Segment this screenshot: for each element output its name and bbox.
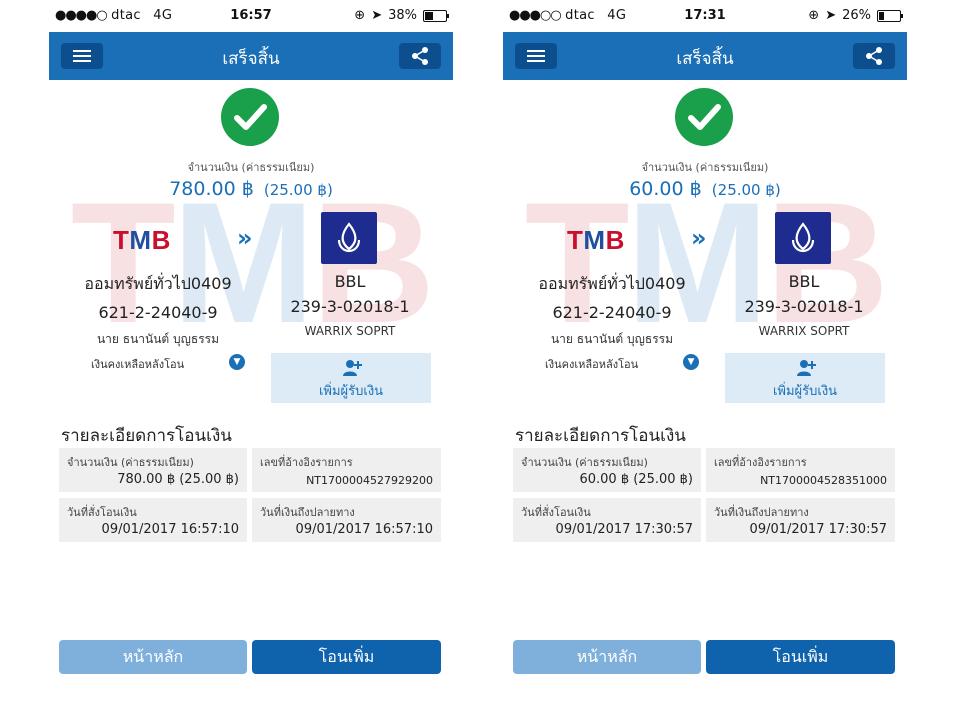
to-bank-name: BBL xyxy=(788,272,820,291)
detail-order-date: วันที่สั่งโอนเงิน 09/01/2017 17:30:57 xyxy=(513,498,701,542)
transfer-again-button[interactable]: โอนเพิ่ม xyxy=(252,640,441,674)
detail-arrive-date: วันที่เงินถึงปลายทาง 09/01/2017 16:57:10 xyxy=(252,498,441,542)
share-icon xyxy=(412,47,428,65)
fee-value: (25.00 ฿) xyxy=(263,181,333,199)
detail-reference: เลขที่อ้างอิงรายการ NT1700004528351000 xyxy=(706,448,895,492)
transfer-arrow-icon: » xyxy=(237,224,252,252)
amount-display: 60.00 ฿ (25.00 ฿) xyxy=(503,178,907,200)
phone-screen-2: ●●●○○ dtac 4G 17:31 ⊕ ➤ 26% เสร็จสิ้น TM… xyxy=(503,0,907,720)
to-account-number: 239-3-02018-1 xyxy=(290,297,410,316)
status-right: ⊕ ➤ 38% xyxy=(354,8,449,23)
location-icon: ➤ xyxy=(371,8,383,23)
detail-arrive-date-value: 09/01/2017 17:30:57 xyxy=(749,522,887,537)
detail-order-date-value: 09/01/2017 16:57:10 xyxy=(101,522,239,537)
detail-amount-value: 60.00 ฿ (25.00 ฿) xyxy=(579,472,693,487)
transfer-again-button[interactable]: โอนเพิ่ม xyxy=(706,640,895,674)
to-account-owner: WARRIX SOPRT xyxy=(758,324,850,338)
detail-arrive-date-label: วันที่เงินถึงปลายทาง xyxy=(260,506,355,519)
phone-screen-1: ●●●●○ dtac 4G 16:57 ⊕ ➤ 38% เสร็จสิ้น TM… xyxy=(49,0,453,720)
chevron-down-icon[interactable]: ▼ xyxy=(683,354,699,370)
add-user-icon xyxy=(797,360,816,376)
balance-after-transfer-label[interactable]: เงินคงเหลือหลังโอน xyxy=(91,355,184,373)
status-bar: ●●●●○ dtac 4G 16:57 ⊕ ➤ 38% xyxy=(49,0,453,32)
detail-order-date-value: 09/01/2017 17:30:57 xyxy=(555,522,693,537)
balance-after-transfer-label[interactable]: เงินคงเหลือหลังโอน xyxy=(545,355,638,373)
detail-amount-value: 780.00 ฿ (25.00 ฿) xyxy=(117,472,239,487)
bbl-logo xyxy=(775,212,831,264)
battery-percent: 38% xyxy=(388,8,417,23)
bbl-lotus-icon xyxy=(791,222,815,253)
detail-reference: เลขที่อ้างอิงรายการ NT1700004527929200 xyxy=(252,448,441,492)
from-account-name: ออมทรัพย์ทั่วไป0409 xyxy=(84,274,232,293)
orientation-lock-icon: ⊕ xyxy=(808,8,820,23)
add-user-icon xyxy=(343,360,362,376)
amount-display: 780.00 ฿ (25.00 ฿) xyxy=(49,178,453,200)
amount-label: จำนวนเงิน (ค่าธรรมเนียม) xyxy=(641,161,769,174)
to-account-number: 239-3-02018-1 xyxy=(744,297,864,316)
details-title: รายละเอียดการโอนเงิน xyxy=(515,426,686,446)
to-account: BBL 239-3-02018-1 WARRIX SOPRT xyxy=(261,272,439,338)
detail-order-date: วันที่สั่งโอนเงิน 09/01/2017 16:57:10 xyxy=(59,498,247,542)
home-button[interactable]: หน้าหลัก xyxy=(513,640,701,674)
chevron-down-icon[interactable]: ▼ xyxy=(229,354,245,370)
location-icon: ➤ xyxy=(825,8,837,23)
detail-order-date-label: วันที่สั่งโอนเงิน xyxy=(521,506,591,519)
share-icon xyxy=(866,47,882,65)
detail-order-date-label: วันที่สั่งโอนเงิน xyxy=(67,506,137,519)
details-title: รายละเอียดการโอนเงิน xyxy=(61,426,232,446)
add-payee-button[interactable]: เพิ่มผู้รับเงิน xyxy=(725,353,885,403)
detail-amount: จำนวนเงิน (ค่าธรรมเนียม) 60.00 ฿ (25.00 … xyxy=(513,448,701,492)
add-payee-button[interactable]: เพิ่มผู้รับเงิน xyxy=(271,353,431,403)
to-account: BBL 239-3-02018-1 WARRIX SOPRT xyxy=(715,272,893,338)
detail-amount: จำนวนเงิน (ค่าธรรมเนียม) 780.00 ฿ (25.00… xyxy=(59,448,247,492)
detail-ref-label: เลขที่อ้างอิงรายการ xyxy=(714,456,807,469)
from-account-owner: นาย ธนานันต์ บุญธรรม xyxy=(96,332,220,346)
tmb-logo: TMB xyxy=(567,225,625,255)
tmb-logo: TMB xyxy=(113,225,171,255)
status-right: ⊕ ➤ 26% xyxy=(808,8,903,23)
amount-label: จำนวนเงิน (ค่าธรรมเนียม) xyxy=(187,161,315,174)
from-account-number: 621-2-24040-9 xyxy=(552,303,672,322)
page-title: เสร็จสิ้น xyxy=(222,49,280,69)
from-account: ออมทรัพย์ทั่วไป0409 621-2-24040-9 นาย ธน… xyxy=(63,272,253,349)
bbl-lotus-icon xyxy=(337,222,361,253)
detail-arrive-date-label: วันที่เงินถึงปลายทาง xyxy=(714,506,809,519)
share-button[interactable] xyxy=(399,43,441,69)
battery-percent: 26% xyxy=(842,8,871,23)
detail-arrive-date-value: 09/01/2017 16:57:10 xyxy=(295,522,433,537)
add-payee-label: เพิ่มผู้รับเงิน xyxy=(772,384,838,399)
from-account: ออมทรัพย์ทั่วไป0409 621-2-24040-9 นาย ธน… xyxy=(517,272,707,349)
detail-ref-value: NT1700004528351000 xyxy=(760,474,887,487)
detail-ref-value: NT1700004527929200 xyxy=(306,474,433,487)
share-button[interactable] xyxy=(853,43,895,69)
from-account-name: ออมทรัพย์ทั่วไป0409 xyxy=(538,274,686,293)
bbl-logo xyxy=(321,212,377,264)
add-payee-label: เพิ่มผู้รับเงิน xyxy=(318,384,384,399)
nav-bar: เสร็จสิ้น xyxy=(503,32,907,80)
home-button[interactable]: หน้าหลัก xyxy=(59,640,247,674)
detail-amount-label: จำนวนเงิน (ค่าธรรมเนียม) xyxy=(521,456,648,469)
from-account-owner: นาย ธนานันต์ บุญธรรม xyxy=(550,332,674,346)
detail-arrive-date: วันที่เงินถึงปลายทาง 09/01/2017 17:30:57 xyxy=(706,498,895,542)
status-bar: ●●●○○ dtac 4G 17:31 ⊕ ➤ 26% xyxy=(503,0,907,32)
from-account-number: 621-2-24040-9 xyxy=(98,303,218,322)
battery-icon xyxy=(877,9,903,22)
transfer-arrow-icon: » xyxy=(691,224,706,252)
orientation-lock-icon: ⊕ xyxy=(354,8,366,23)
amount-value: 60.00 ฿ xyxy=(629,178,702,200)
battery-icon xyxy=(423,9,449,22)
fee-value: (25.00 ฿) xyxy=(711,181,781,199)
success-check-icon xyxy=(675,88,733,146)
detail-amount-label: จำนวนเงิน (ค่าธรรมเนียม) xyxy=(67,456,194,469)
to-account-owner: WARRIX SOPRT xyxy=(304,324,396,338)
success-check-icon xyxy=(221,88,279,146)
detail-ref-label: เลขที่อ้างอิงรายการ xyxy=(260,456,353,469)
to-bank-name: BBL xyxy=(334,272,366,291)
amount-value: 780.00 ฿ xyxy=(169,178,254,200)
page-title: เสร็จสิ้น xyxy=(676,49,734,69)
nav-bar: เสร็จสิ้น xyxy=(49,32,453,80)
